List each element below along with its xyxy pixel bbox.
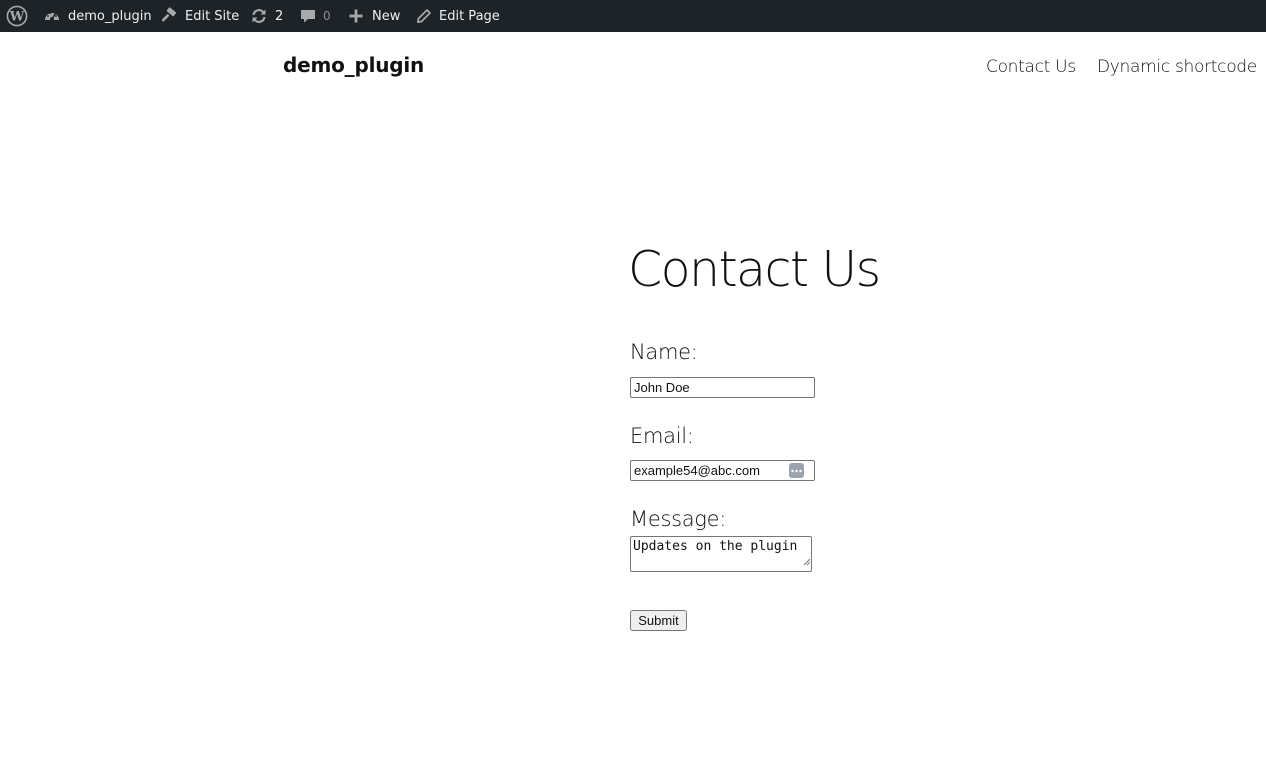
wordpress-logo-icon: W — [6, 5, 28, 27]
email-input-value: example54@abc.com — [634, 463, 760, 478]
hammer-icon — [160, 7, 178, 25]
autofill-key-icon[interactable] — [789, 463, 804, 478]
submit-button[interactable]: Submit — [630, 610, 687, 631]
name-input-value: John Doe — [634, 380, 690, 395]
page-title: Contact Us — [628, 241, 881, 298]
pencil-icon — [416, 8, 432, 24]
admin-bar: W demo_plugin Edit Site 2 0 New Edit Pag… — [0, 0, 1266, 32]
comment-bubble-icon — [300, 8, 316, 24]
edit-page-label: Edit Page — [439, 8, 500, 24]
message-textarea-value: Updates on the plugin — [633, 539, 798, 554]
dashboard-icon — [43, 7, 61, 25]
new-content-button[interactable]: New — [348, 0, 400, 32]
resize-grip-icon[interactable] — [803, 553, 811, 570]
edit-site-label: Edit Site — [185, 8, 240, 24]
email-label: Email: — [630, 424, 694, 448]
comments-count: 0 — [323, 9, 331, 23]
name-input[interactable]: John Doe — [630, 377, 815, 398]
wordpress-menu[interactable]: W — [6, 0, 28, 32]
refresh-icon — [250, 7, 268, 25]
nav-link-contact-us[interactable]: Contact Us — [986, 57, 1076, 77]
comments-button[interactable]: 0 — [300, 0, 331, 32]
site-name-menu[interactable]: demo_plugin — [43, 0, 152, 32]
svg-text:W: W — [9, 10, 25, 25]
edit-page-button[interactable]: Edit Page — [416, 0, 500, 32]
email-input[interactable]: example54@abc.com — [630, 460, 815, 481]
edit-site-button[interactable]: Edit Site — [160, 0, 239, 32]
message-textarea[interactable]: Updates on the plugin — [630, 536, 812, 572]
primary-navigation: Contact Us Dynamic shortcode — [0, 57, 1266, 81]
site-name-label: demo_plugin — [68, 8, 152, 24]
nav-link-dynamic-shortcode[interactable]: Dynamic shortcode — [1097, 57, 1257, 77]
new-label: New — [372, 8, 401, 24]
name-label: Name: — [630, 340, 698, 364]
updates-count: 2 — [275, 8, 284, 24]
updates-button[interactable]: 2 — [250, 0, 283, 32]
plus-icon — [348, 8, 364, 24]
message-label: Message: — [630, 507, 726, 531]
